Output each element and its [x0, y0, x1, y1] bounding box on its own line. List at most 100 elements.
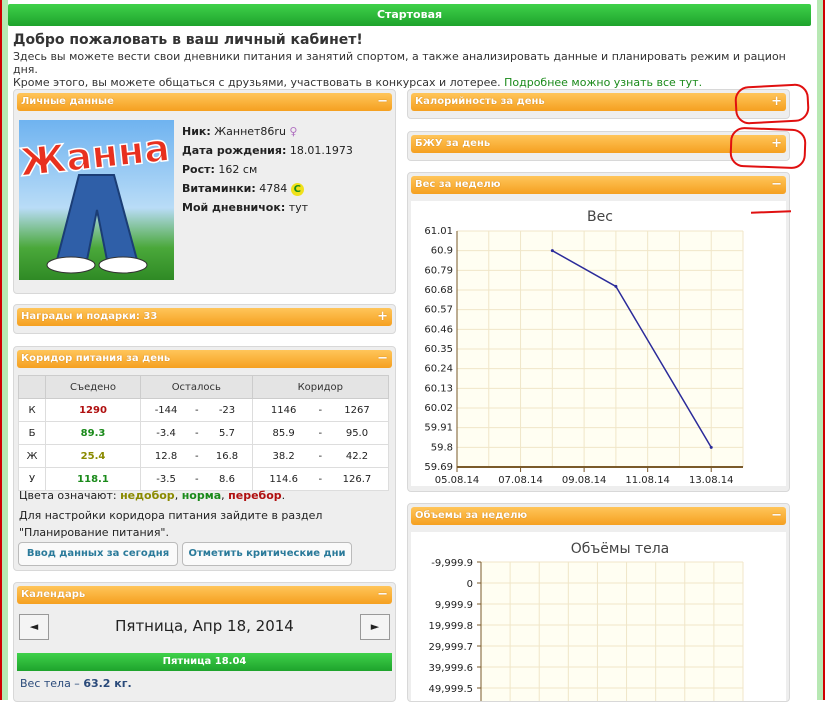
- volumes-week-header[interactable]: Объемы за неделю −: [411, 507, 786, 525]
- x-tick-label: 09.08.14: [562, 475, 607, 486]
- calories-panel: Калорийность за день +: [407, 89, 790, 119]
- row-key: Ж: [18, 444, 46, 468]
- corridor-collapse-button[interactable]: −: [377, 350, 388, 368]
- dash: -: [191, 467, 203, 491]
- corridor-table: Съедено Осталось Коридор К 1290 -144 - -…: [18, 375, 390, 491]
- volumes-week-collapse-button[interactable]: −: [771, 507, 782, 525]
- volumes-week-header-title: Объемы за неделю: [415, 510, 528, 521]
- diary-link[interactable]: тут: [289, 201, 308, 214]
- birth-label: Дата рождения:: [182, 144, 287, 157]
- weight-chart-area: Вес 61.01 60.9 60.79 60.68 60.57 60.46 60.35 60.…: [411, 201, 786, 486]
- table-row: Б 89.3 -3.4 - 5.7 85.9 - 95.0: [18, 421, 389, 445]
- y-tick-label: 9,999.9: [435, 600, 473, 611]
- corr-min: 38.2: [251, 444, 315, 468]
- y-tick-label: 60.9: [431, 246, 453, 257]
- mark-critical-days-button[interactable]: Отметить критические дни: [182, 542, 352, 566]
- calendar-header[interactable]: Календарь −: [17, 586, 392, 604]
- calories-header[interactable]: Калорийность за день +: [411, 93, 786, 111]
- left-min: 12.8: [140, 444, 192, 468]
- y-tick-label: 19,999.8: [428, 621, 473, 632]
- weight-point: [550, 249, 554, 253]
- corridor-hint: Для настройки коридора питания зайдите в…: [19, 507, 322, 541]
- corr-max: 95.0: [325, 421, 389, 445]
- col-corridor: Коридор: [251, 375, 390, 399]
- y-tick-label: 39,999.6: [428, 663, 473, 674]
- left-min: -3.5: [140, 467, 192, 491]
- x-tick-label: 13.08.14: [689, 475, 734, 486]
- x-tick-label: 11.08.14: [625, 475, 670, 486]
- left-min: -3.4: [140, 421, 192, 445]
- volumes-chart-area: Объёмы тела -9,999.9 0 9,999.9 19,999.8 29,99…: [411, 532, 786, 704]
- awards-expand-button[interactable]: +: [377, 308, 388, 326]
- corridor-header[interactable]: Коридор питания за день −: [17, 350, 392, 368]
- weight-point: [709, 445, 713, 449]
- y-tick-label: 0: [467, 579, 473, 590]
- next-day-button[interactable]: ►: [360, 614, 390, 640]
- y-tick-label: -9,999.9: [431, 558, 473, 569]
- left-max: 16.8: [202, 444, 253, 468]
- more-info-link[interactable]: Подробнее можно узнать все тут.: [504, 76, 702, 89]
- calendar-header-title: Календарь: [21, 589, 86, 600]
- annotation-circle-calories: [734, 83, 810, 125]
- avatar[interactable]: Жанна: [19, 120, 174, 280]
- calendar-panel: Календарь − ◄ Пятница, Апр 18, 2014 ► Пя…: [13, 582, 396, 702]
- y-tick-label: 49,999.5: [428, 684, 473, 695]
- calendar-collapse-button[interactable]: −: [377, 586, 388, 604]
- enter-today-button[interactable]: Ввод данных за сегодня: [18, 542, 178, 566]
- avatar-image: Жанна: [19, 125, 172, 274]
- vitamins-label: Витаминки:: [182, 182, 256, 195]
- chart-title: Объёмы тела: [571, 541, 670, 557]
- color-under: недобор: [120, 489, 175, 502]
- table-row: Ж 25.4 12.8 - 16.8 38.2 - 42.2: [18, 444, 389, 468]
- nick-value[interactable]: Жаннет86ru: [214, 125, 286, 138]
- profile-header[interactable]: Личные данные −: [17, 93, 392, 111]
- weight-week-collapse-button[interactable]: −: [771, 176, 782, 194]
- y-tick-label: 60.68: [424, 285, 453, 296]
- table-row: К 1290 -144 - -23 1146 - 1267: [18, 398, 389, 422]
- calendar-date-title: Пятница, Апр 18, 2014: [115, 617, 294, 635]
- color-over: перебор: [228, 489, 282, 502]
- corr-min: 1146: [251, 398, 315, 422]
- x-tick-label: 07.08.14: [498, 475, 543, 486]
- volumes-week-panel: Объемы за неделю − Объёмы тела -9,999.9 0 9…: [407, 503, 790, 704]
- y-tick-label: 59.69: [424, 462, 453, 473]
- page-edge-left: [2, 0, 8, 700]
- eaten-value: 25.4: [45, 444, 141, 468]
- birth-value: 18.01.1973: [289, 144, 353, 157]
- annotation-circle-bju: [729, 126, 807, 170]
- col-left: Осталось: [140, 375, 253, 399]
- weight-entry-value: 63.2 кг.: [83, 677, 132, 690]
- y-tick-label: 29,999.7: [428, 642, 473, 653]
- female-icon: ♀: [289, 125, 298, 138]
- y-tick-label: 59.8: [431, 442, 453, 453]
- weight-week-header[interactable]: Вес за неделю −: [411, 176, 786, 194]
- dash: -: [191, 444, 203, 468]
- nick-label: Ник:: [182, 125, 211, 138]
- dash: -: [314, 444, 326, 468]
- awards-panel: Награды и подарки: 33 +: [13, 304, 396, 334]
- weight-entry: Вес тела – 63.2 кг.: [20, 677, 132, 690]
- dash: -: [314, 421, 326, 445]
- page-edge-right: [817, 0, 823, 700]
- hint-line2: "Планирование питания".: [19, 526, 169, 539]
- profile-collapse-button[interactable]: −: [377, 93, 388, 111]
- x-tick-label: 05.08.14: [435, 475, 480, 486]
- bju-header-title: БЖУ за день: [415, 138, 491, 149]
- weight-point: [614, 284, 618, 288]
- y-tick-label: 61.01: [424, 226, 453, 237]
- corridor-panel: Коридор питания за день − Съедено Остало…: [13, 346, 396, 571]
- y-tick-label: 59.91: [424, 423, 453, 434]
- col-eaten: Съедено: [45, 375, 141, 399]
- welcome-line1: Здесь вы можете вести свои дневники пита…: [13, 50, 786, 76]
- y-tick-label: 60.35: [424, 344, 453, 355]
- awards-header[interactable]: Награды и подарки: 33 +: [17, 308, 392, 326]
- y-tick-label: 60.02: [424, 403, 453, 414]
- eaten-value: 89.3: [45, 421, 141, 445]
- corr-min: 114.6: [251, 467, 315, 491]
- diary-label: Мой дневничок:: [182, 201, 286, 214]
- vitamin-c-icon: C: [290, 182, 304, 196]
- calories-header-title: Калорийность за день: [415, 96, 545, 107]
- row-key: Б: [18, 421, 46, 445]
- corr-min: 85.9: [251, 421, 315, 445]
- corr-max: 42.2: [325, 444, 389, 468]
